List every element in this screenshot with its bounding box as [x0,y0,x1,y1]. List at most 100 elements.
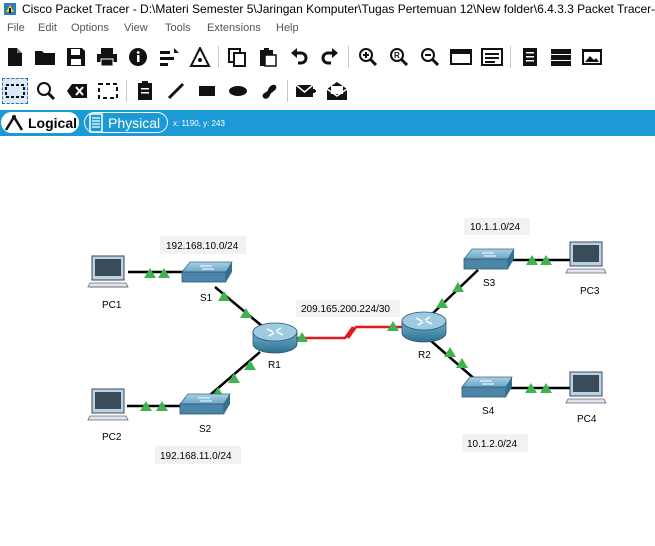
topology-canvas: PC1 PC2 PC3 PC4 S1 S2 S3 S4 R1 R2 192.16… [87,218,607,464]
zoom-reset-button[interactable]: R [386,44,412,70]
open-button[interactable] [32,44,58,70]
link-r2-s3[interactable] [429,269,479,317]
pc3-label: PC3 [580,286,600,297]
menu-edit[interactable]: Edit [38,22,57,34]
s1-label: S1 [200,293,213,304]
undo-button[interactable] [286,44,312,70]
custom-device-icon [481,48,503,66]
window-title: Cisco Packet Tracer - D:\Materi Semester… [22,2,655,16]
pc4-label: PC4 [577,414,597,425]
link-r2-s4[interactable] [429,339,479,383]
new-file-icon [8,48,22,66]
ellipse-tool-button[interactable] [225,78,251,104]
freeform-icon [262,84,277,99]
print-icon [97,48,117,67]
palette-icon [450,49,472,65]
save-icon [67,48,85,66]
custom-device-button[interactable] [479,44,505,70]
paste-button[interactable] [255,44,281,70]
line-icon [167,82,185,100]
r2-label: R2 [418,350,431,361]
rectangle-tool-button[interactable] [194,78,220,104]
note-wan[interactable]: 209.165.200.224/30 [301,304,390,315]
logical-workspace[interactable]: PC1 PC2 PC3 PC4 S1 S2 S3 S4 R1 R2 192.16… [0,136,655,541]
complex-pdu-button[interactable] [324,78,350,104]
note-lan3[interactable]: 10.1.1.0/24 [470,222,520,233]
save-button[interactable] [63,44,89,70]
menu-bar: File Edit Options View Tools Extensions … [0,21,655,39]
svg-text:R: R [394,51,400,60]
activity-wizard-icon [160,48,179,66]
copy-button[interactable] [224,44,250,70]
screenshot-button[interactable] [579,44,605,70]
s3-label: S3 [483,278,496,289]
tab-physical[interactable]: Physical [84,112,168,133]
network-info-button[interactable] [187,44,213,70]
server-icon [551,49,571,66]
server-button[interactable] [548,44,574,70]
delete-tool-button[interactable] [64,78,90,104]
pc2-device[interactable] [87,388,129,421]
note-lan4[interactable]: 10.1.2.0/24 [467,439,517,450]
redo-icon [321,48,338,65]
s1-device[interactable] [181,261,233,283]
title-bar: Cisco Packet Tracer - D:\Materi Semester… [0,0,655,20]
link-up-indicator [444,347,456,357]
menu-help[interactable]: Help [276,22,299,34]
inspect-tool-button[interactable] [33,78,59,104]
app-icon [4,3,16,15]
palette-button[interactable] [448,44,474,70]
zoom-in-button[interactable] [355,44,381,70]
menu-extensions[interactable]: Extensions [207,22,261,34]
r1-device[interactable] [252,322,298,354]
r2-device[interactable] [401,311,447,343]
new-file-button[interactable] [2,44,28,70]
select-tool-button[interactable] [2,78,28,104]
note-lan2[interactable]: 192.168.11.0/24 [160,451,232,462]
ellipse-icon [229,86,247,96]
copy-icon [228,48,246,67]
s2-device[interactable] [179,393,231,415]
undo-icon [291,48,308,65]
freeform-tool-button[interactable] [256,78,282,104]
zoom-out-button[interactable] [417,44,443,70]
line-tool-button[interactable] [163,78,189,104]
resize-icon [98,83,118,99]
network-info-icon [189,47,211,67]
rectangle-icon [199,86,215,96]
link-r1-r2-serial[interactable] [292,325,402,340]
print-button[interactable] [94,44,120,70]
cursor-coordinates: x: 1190, y: 243 [173,119,225,128]
select-icon [5,84,25,98]
note-lan1[interactable]: 192.168.10.0/24 [166,241,239,252]
menu-tools[interactable]: Tools [165,22,191,34]
zoom-out-icon [421,48,440,67]
info-button[interactable] [125,44,151,70]
workspace-mode-bar: Logical Physical x: 1190, y: 243 [0,110,655,136]
note-tool-button[interactable] [132,78,158,104]
menu-options[interactable]: Options [71,22,109,34]
s2-label: S2 [199,424,212,435]
tab-logical[interactable]: Logical [1,112,79,133]
menu-file[interactable]: File [7,22,25,34]
link-s1-r1[interactable] [214,286,263,327]
pc4-device[interactable] [565,371,607,404]
open-folder-icon [35,51,55,65]
s3-device[interactable] [463,248,515,270]
s4-device[interactable] [461,376,513,398]
pc3-device[interactable] [565,241,607,274]
complex-pdu-icon [326,82,348,100]
resize-tool-button[interactable] [95,78,121,104]
logical-workspace-icon [4,114,24,131]
simple-pdu-button[interactable] [293,78,319,104]
zoom-in-icon [359,48,378,67]
r1-label: R1 [268,360,281,371]
pc2-label: PC2 [102,432,122,443]
pc1-device[interactable] [87,255,129,288]
text-file-icon [523,48,537,66]
text-file-button[interactable] [517,44,543,70]
menu-view[interactable]: View [124,22,148,34]
redo-button[interactable] [317,44,343,70]
activity-wizard-button[interactable] [156,44,182,70]
paste-icon [260,48,277,67]
